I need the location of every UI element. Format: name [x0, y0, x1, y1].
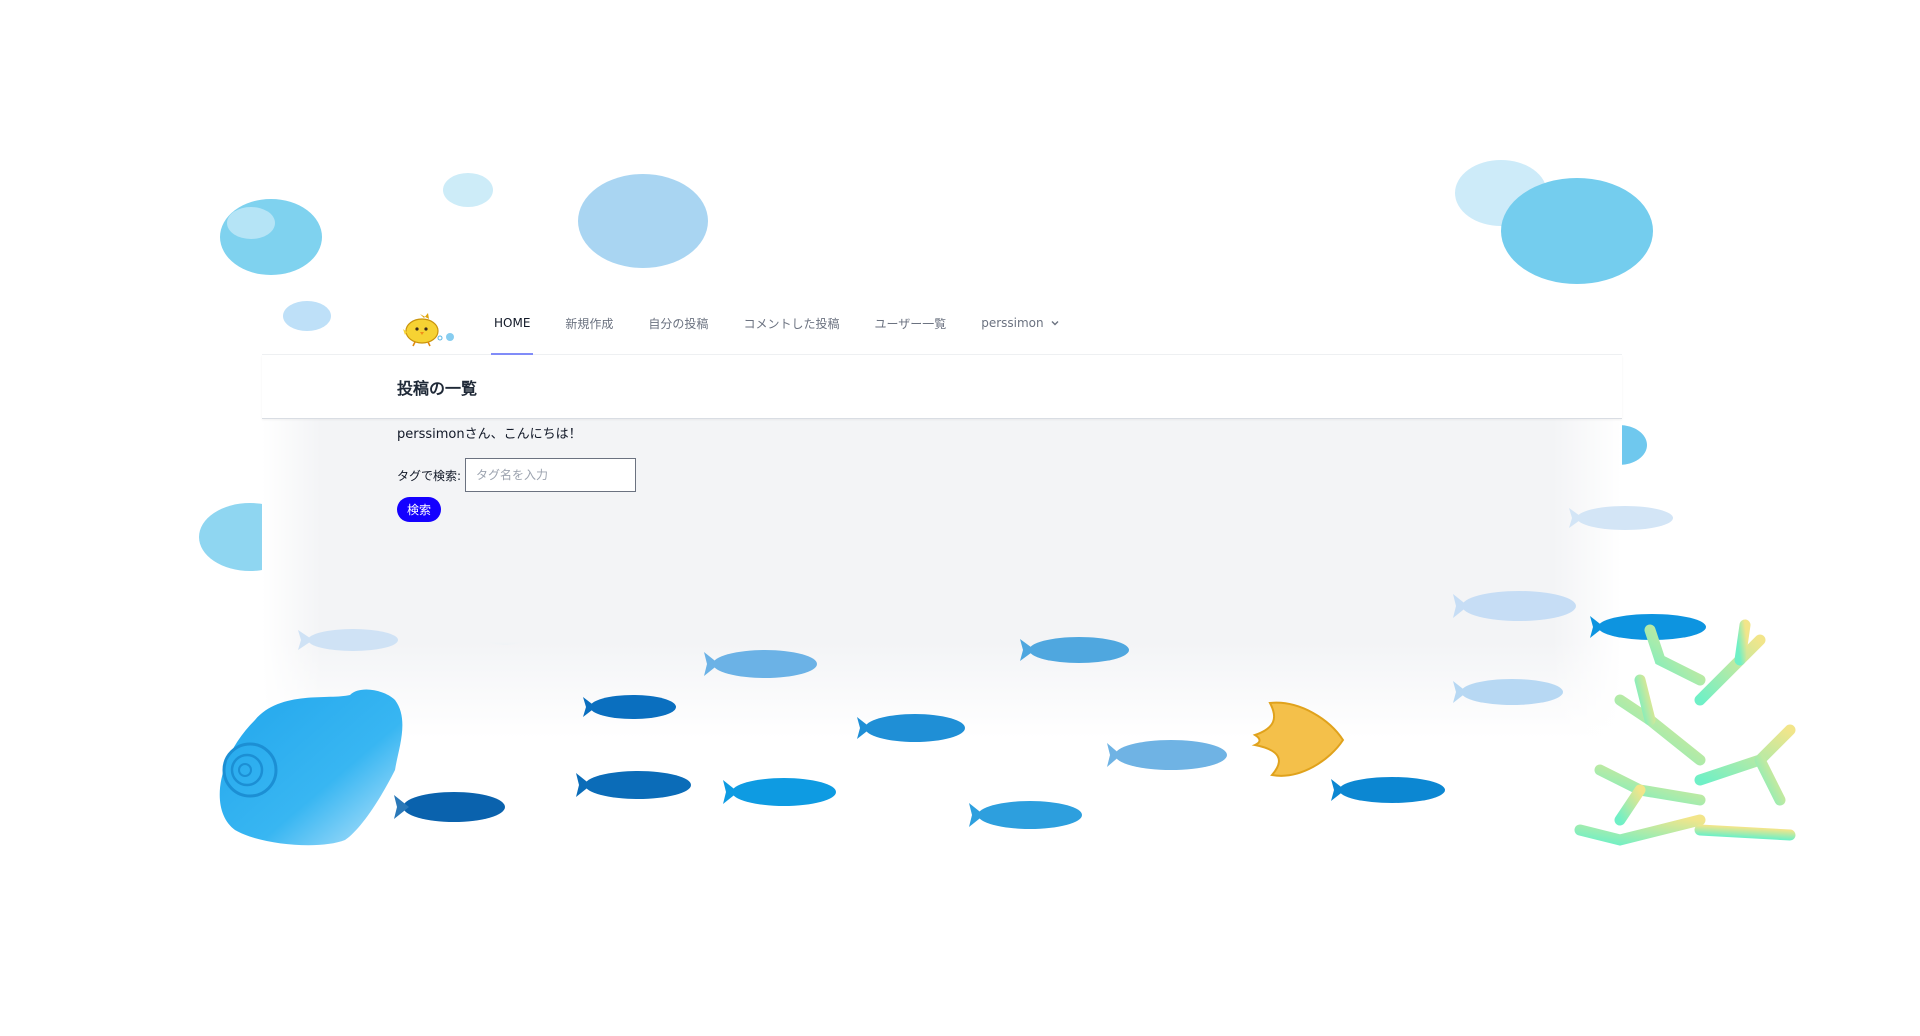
chick-logo-icon[interactable] [402, 310, 458, 348]
nav-new-post[interactable]: 新規作成 [565, 292, 613, 354]
nav-user-list[interactable]: ユーザー一覧 [874, 292, 946, 354]
greeting-text: perssimonさん、こんにちは！ [397, 427, 582, 442]
user-menu-label: perssimon [981, 316, 1044, 330]
user-menu[interactable]: perssimon [981, 292, 1059, 354]
search-label: タグで検索: [397, 468, 462, 483]
tag-search-form: タグで検索: [397, 458, 637, 492]
nav-links: HOME 新規作成 自分の投稿 コメントした投稿 ユーザー一覧 perssimo… [490, 292, 1095, 355]
page-title: 投稿の一覧 [397, 379, 478, 398]
tag-search-input[interactable] [465, 458, 637, 492]
nav-home[interactable]: HOME [490, 292, 534, 355]
page-header: 投稿の一覧 [262, 355, 1622, 419]
chevron-down-icon [1051, 321, 1059, 326]
nav-commented-posts[interactable]: コメントした投稿 [743, 292, 839, 354]
navbar: HOME 新規作成 自分の投稿 コメントした投稿 ユーザー一覧 perssimo… [262, 292, 1622, 355]
app-window: HOME 新規作成 自分の投稿 コメントした投稿 ユーザー一覧 perssimo… [262, 292, 1622, 772]
nav-my-posts[interactable]: 自分の投稿 [648, 292, 708, 354]
search-button[interactable]: 検索 [397, 497, 441, 522]
